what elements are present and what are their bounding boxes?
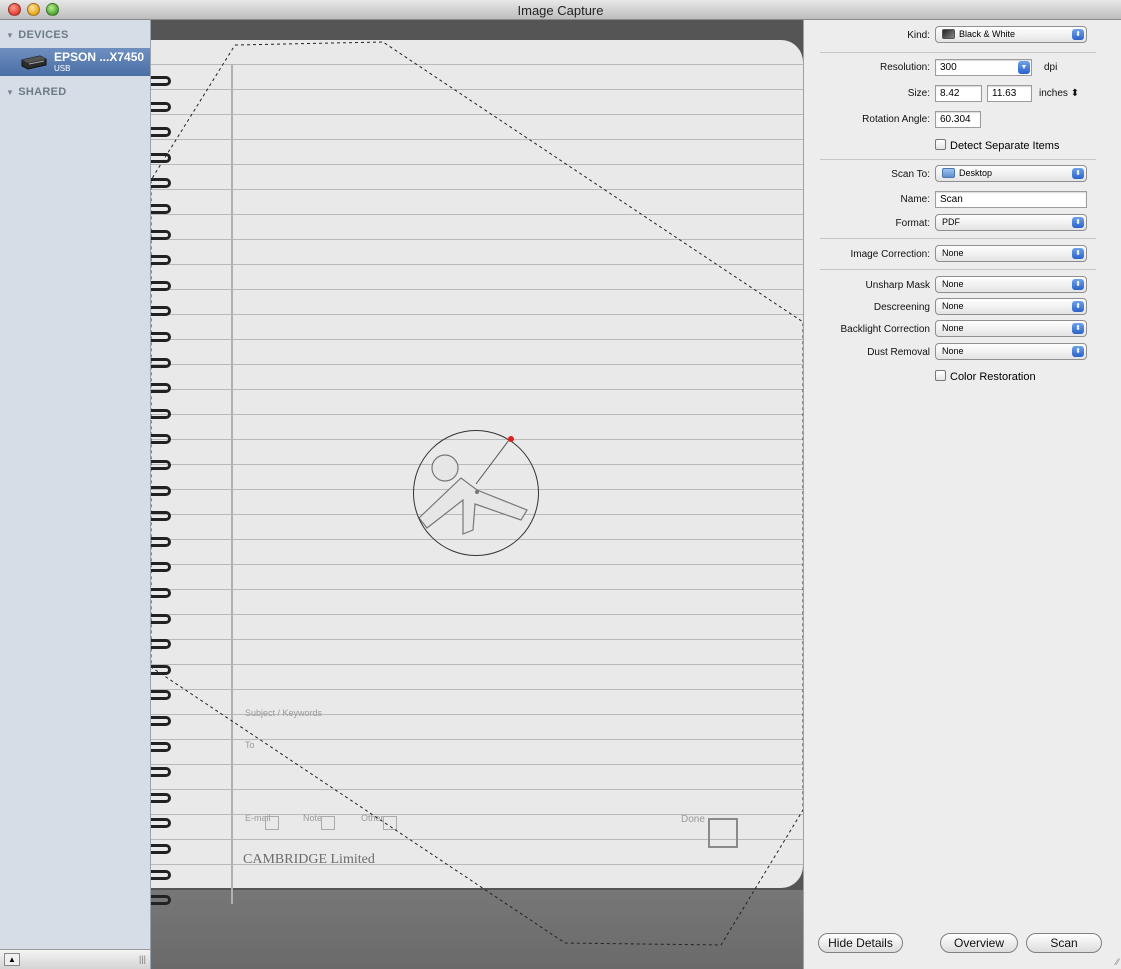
format-popup[interactable]: PDF ⬍ bbox=[935, 214, 1087, 231]
scan-settings-panel: Kind: Black & White ⬍ Resolution: 300 ▼ … bbox=[803, 20, 1121, 969]
overview-button[interactable]: Overview bbox=[940, 933, 1018, 953]
detect-separate-items-checkbox[interactable]: Detect Separate Items bbox=[935, 139, 1059, 155]
format-value: PDF bbox=[942, 217, 960, 227]
separator bbox=[820, 52, 1096, 53]
chevron-down-icon[interactable]: ▼ bbox=[1018, 61, 1030, 74]
popup-arrows-icon: ⬍ bbox=[1072, 248, 1084, 259]
black-white-icon bbox=[942, 28, 955, 39]
popup-arrows-icon: ⬍ bbox=[1072, 346, 1084, 357]
image-correction-popup[interactable]: None ⬍ bbox=[935, 245, 1087, 262]
resolution-value: 300 bbox=[940, 62, 957, 73]
scan-to-value: Desktop bbox=[959, 168, 993, 178]
size-label: Size: bbox=[907, 88, 930, 99]
scan-to-popup[interactable]: Desktop ⬍ bbox=[935, 165, 1087, 182]
height-field[interactable]: 11.63 bbox=[987, 85, 1032, 102]
popup-arrows-icon: ⬍ bbox=[1072, 29, 1084, 40]
popup-arrows-icon: ⬍ bbox=[1072, 279, 1084, 290]
rotation-ring[interactable] bbox=[413, 430, 539, 556]
size-unit-popup[interactable]: inches ⬍ bbox=[1039, 88, 1079, 99]
sidebar-bottom-bar: ▲ ||| bbox=[0, 949, 151, 969]
name-field[interactable]: Scan bbox=[935, 191, 1087, 208]
folder-icon bbox=[942, 167, 955, 178]
separator bbox=[820, 159, 1096, 160]
dust-removal-value: None bbox=[942, 346, 964, 356]
kind-popup[interactable]: Black & White ⬍ bbox=[935, 26, 1087, 43]
name-label: Name: bbox=[900, 194, 930, 205]
window-title: Image Capture bbox=[517, 3, 604, 18]
eject-icon[interactable]: ▲ bbox=[4, 953, 20, 966]
separator bbox=[820, 238, 1096, 239]
scan-preview[interactable]: Subject / Keywords To E-mail Note Other … bbox=[151, 20, 803, 969]
popup-arrows-icon: ⬍ bbox=[1072, 301, 1084, 312]
backlight-correction-value: None bbox=[942, 323, 964, 333]
scanner-icon bbox=[21, 55, 47, 70]
unsharp-mask-value: None bbox=[942, 279, 964, 289]
kind-label: Kind: bbox=[907, 30, 930, 41]
devices-section-header[interactable]: ▼ DEVICES bbox=[6, 29, 69, 41]
backlight-correction-popup[interactable]: None ⬍ bbox=[935, 320, 1087, 337]
devices-header-label: DEVICES bbox=[18, 29, 69, 41]
scan-button[interactable]: Scan bbox=[1026, 933, 1102, 953]
scan-to-label: Scan To: bbox=[891, 169, 930, 180]
unsharp-mask-label: Unsharp Mask bbox=[865, 280, 930, 291]
separator bbox=[820, 269, 1096, 270]
descreening-label: Descreening bbox=[873, 302, 930, 313]
resolution-combo[interactable]: 300 ▼ bbox=[935, 59, 1032, 76]
size-unit: inches bbox=[1039, 88, 1068, 99]
backlight-correction-label: Backlight Correction bbox=[840, 324, 930, 335]
checkbox-box[interactable] bbox=[935, 370, 946, 381]
popup-arrows-icon: ⬍ bbox=[1072, 168, 1084, 179]
color-restoration-label: Color Restoration bbox=[950, 371, 1036, 383]
popup-arrows-icon: ⬍ bbox=[1072, 217, 1084, 228]
resize-grip-icon[interactable]: ⁄⁄ bbox=[1116, 957, 1119, 967]
rotation-angle-field[interactable]: 60.304 bbox=[935, 111, 981, 128]
sidebar: ▼ DEVICES EPSON ...X7450 USB ▼ SHARED bbox=[0, 20, 151, 949]
detect-separate-label: Detect Separate Items bbox=[950, 140, 1060, 152]
updown-arrows-icon: ⬍ bbox=[1070, 88, 1080, 99]
image-correction-label: Image Correction: bbox=[850, 249, 930, 260]
device-connection: USB bbox=[54, 64, 71, 73]
unsharp-mask-popup[interactable]: None ⬍ bbox=[935, 276, 1087, 293]
checkbox-box[interactable] bbox=[935, 139, 946, 150]
dpi-unit: dpi bbox=[1044, 62, 1058, 73]
dust-removal-label: Dust Removal bbox=[867, 347, 930, 358]
resolution-label: Resolution: bbox=[879, 62, 930, 73]
hide-details-button[interactable]: Hide Details bbox=[818, 933, 903, 953]
rotation-angle-label: Rotation Angle: bbox=[862, 114, 930, 125]
disclosure-triangle-icon[interactable]: ▼ bbox=[6, 31, 14, 40]
device-name: EPSON ...X7450 bbox=[54, 50, 145, 64]
color-restoration-checkbox[interactable]: Color Restoration bbox=[935, 370, 1036, 386]
rotation-handle[interactable] bbox=[508, 436, 514, 442]
format-label: Format: bbox=[895, 218, 930, 229]
split-handle-icon[interactable]: ||| bbox=[139, 954, 146, 964]
kind-value: Black & White bbox=[959, 29, 1016, 39]
shared-header-label: SHARED bbox=[18, 86, 67, 98]
shared-section-header[interactable]: ▼ SHARED bbox=[6, 86, 66, 98]
descreening-value: None bbox=[942, 301, 964, 311]
width-field[interactable]: 8.42 bbox=[935, 85, 982, 102]
descreening-popup[interactable]: None ⬍ bbox=[935, 298, 1087, 315]
popup-arrows-icon: ⬍ bbox=[1072, 323, 1084, 334]
disclosure-triangle-icon[interactable]: ▼ bbox=[6, 88, 14, 97]
sidebar-item-epson-scanner[interactable]: EPSON ...X7450 USB bbox=[0, 48, 150, 76]
image-correction-value: None bbox=[942, 248, 964, 258]
title-bar: Image Capture bbox=[0, 0, 1121, 20]
dust-removal-popup[interactable]: None ⬍ bbox=[935, 343, 1087, 360]
